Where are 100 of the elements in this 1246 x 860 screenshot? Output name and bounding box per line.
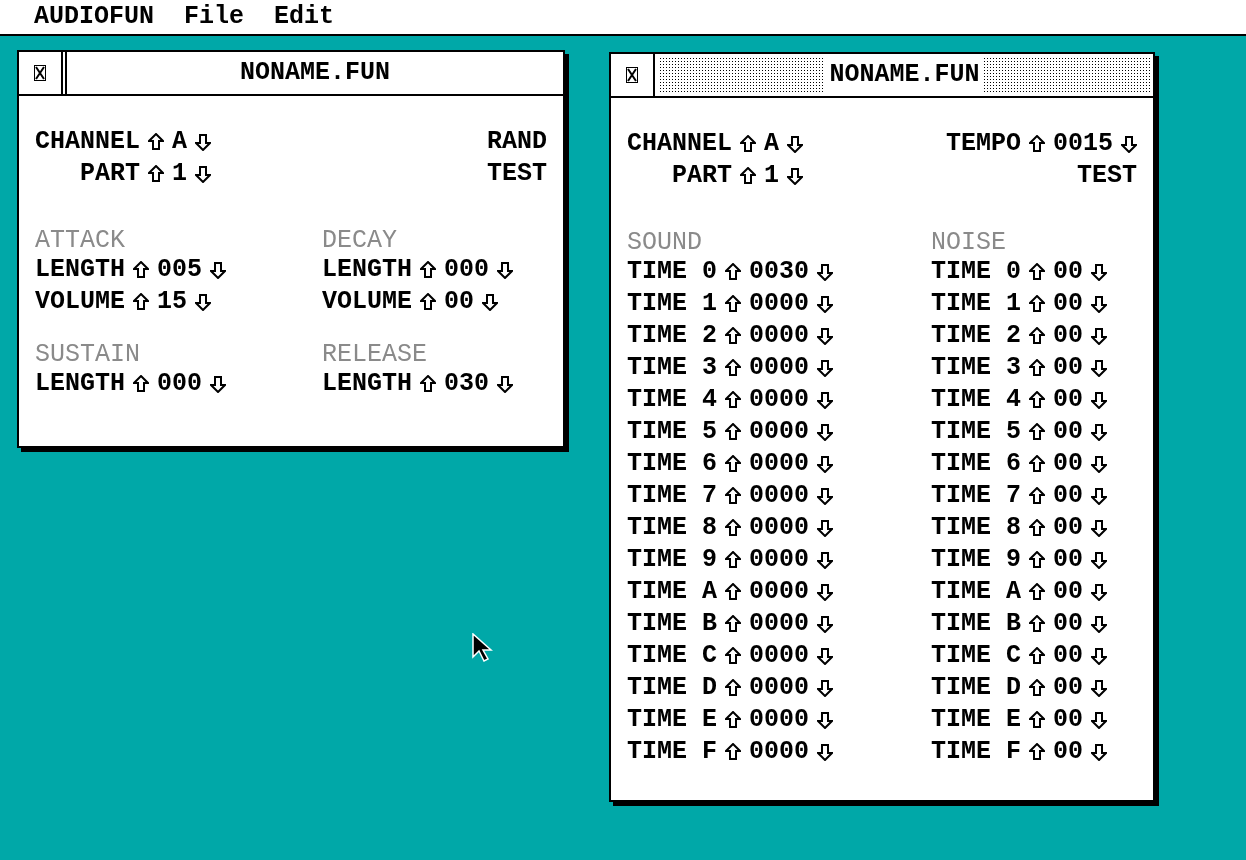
down-arrow-icon[interactable] [1091, 455, 1108, 473]
up-arrow-icon[interactable] [725, 519, 741, 537]
down-arrow-icon[interactable] [817, 295, 834, 313]
down-arrow-icon[interactable] [195, 165, 212, 183]
spinner-label: TIME D [627, 672, 717, 704]
down-arrow-icon[interactable] [787, 135, 804, 153]
menu-item[interactable]: File [184, 0, 245, 34]
down-arrow-icon[interactable] [1091, 327, 1108, 345]
down-arrow-icon[interactable] [817, 743, 834, 761]
up-arrow-icon[interactable] [725, 295, 741, 313]
up-arrow-icon[interactable] [725, 327, 741, 345]
down-arrow-icon[interactable] [1091, 359, 1108, 377]
up-arrow-icon[interactable] [1029, 455, 1045, 473]
down-arrow-icon[interactable] [195, 133, 212, 151]
text-button[interactable]: TEST [1077, 160, 1137, 192]
down-arrow-icon[interactable] [787, 167, 804, 185]
down-arrow-icon[interactable] [497, 375, 514, 393]
down-arrow-icon[interactable] [817, 455, 834, 473]
up-arrow-icon[interactable] [1029, 295, 1045, 313]
up-arrow-icon[interactable] [1029, 711, 1045, 729]
up-arrow-icon[interactable] [1029, 391, 1045, 409]
down-arrow-icon[interactable] [1091, 647, 1108, 665]
down-arrow-icon[interactable] [1091, 615, 1108, 633]
text-button[interactable]: TEST [487, 158, 547, 190]
up-arrow-icon[interactable] [1029, 679, 1045, 697]
up-arrow-icon[interactable] [740, 135, 757, 153]
down-arrow-icon[interactable] [1091, 423, 1108, 441]
up-arrow-icon[interactable] [420, 261, 436, 279]
down-arrow-icon[interactable] [1091, 679, 1108, 697]
up-arrow-icon[interactable] [725, 615, 741, 633]
up-arrow-icon[interactable] [725, 743, 741, 761]
down-arrow-icon[interactable] [817, 327, 834, 345]
down-arrow-icon[interactable] [497, 261, 514, 279]
up-arrow-icon[interactable] [133, 375, 149, 393]
title-bar[interactable]: NONAME.FUN [659, 57, 1150, 93]
up-arrow-icon[interactable] [725, 455, 741, 473]
up-arrow-icon[interactable] [1029, 519, 1045, 537]
spinner-label: CHANNEL [35, 126, 141, 158]
menu-item[interactable]: Edit [274, 0, 335, 34]
down-arrow-icon[interactable] [817, 359, 834, 377]
up-arrow-icon[interactable] [420, 293, 436, 311]
up-arrow-icon[interactable] [740, 167, 757, 185]
down-arrow-icon[interactable] [817, 679, 834, 697]
down-arrow-icon[interactable] [817, 423, 834, 441]
up-arrow-icon[interactable] [725, 359, 741, 377]
up-arrow-icon[interactable] [133, 261, 149, 279]
down-arrow-icon[interactable] [817, 647, 834, 665]
down-arrow-icon[interactable] [817, 551, 834, 569]
down-arrow-icon[interactable] [817, 391, 834, 409]
up-arrow-icon[interactable] [1029, 423, 1045, 441]
up-arrow-icon[interactable] [1029, 359, 1045, 377]
up-arrow-icon[interactable] [148, 133, 165, 151]
up-arrow-icon[interactable] [725, 679, 741, 697]
down-arrow-icon[interactable] [1091, 487, 1108, 505]
down-arrow-icon[interactable] [1121, 135, 1137, 153]
spinner-label: TEMPO [945, 128, 1021, 160]
down-arrow-icon[interactable] [1091, 711, 1108, 729]
down-arrow-icon[interactable] [1091, 391, 1108, 409]
up-arrow-icon[interactable] [725, 647, 741, 665]
down-arrow-icon[interactable] [1091, 519, 1108, 537]
down-arrow-icon[interactable] [817, 263, 834, 281]
up-arrow-icon[interactable] [725, 487, 741, 505]
spinner-value: 030 [444, 368, 490, 400]
down-arrow-icon[interactable] [817, 615, 834, 633]
up-arrow-icon[interactable] [725, 423, 741, 441]
up-arrow-icon[interactable] [725, 391, 741, 409]
down-arrow-icon[interactable] [817, 711, 834, 729]
menu-item[interactable]: AUDIOFUN [34, 0, 155, 34]
down-arrow-icon[interactable] [210, 261, 227, 279]
up-arrow-icon[interactable] [1029, 743, 1045, 761]
down-arrow-icon[interactable] [817, 487, 834, 505]
down-arrow-icon[interactable] [1091, 263, 1108, 281]
up-arrow-icon[interactable] [725, 583, 741, 601]
up-arrow-icon[interactable] [1029, 135, 1045, 153]
down-arrow-icon[interactable] [1091, 583, 1108, 601]
up-arrow-icon[interactable] [133, 293, 149, 311]
up-arrow-icon[interactable] [725, 711, 741, 729]
down-arrow-icon[interactable] [1091, 743, 1108, 761]
down-arrow-icon[interactable] [817, 583, 834, 601]
down-arrow-icon[interactable] [817, 519, 834, 537]
spinner-label: TIME 0 [931, 256, 1021, 288]
up-arrow-icon[interactable] [420, 375, 436, 393]
down-arrow-icon[interactable] [210, 375, 227, 393]
up-arrow-icon[interactable] [1029, 263, 1045, 281]
text-button[interactable]: RAND [487, 126, 547, 158]
up-arrow-icon[interactable] [1029, 487, 1045, 505]
section-heading: RELEASE [322, 342, 429, 368]
up-arrow-icon[interactable] [148, 165, 165, 183]
up-arrow-icon[interactable] [1029, 647, 1045, 665]
down-arrow-icon[interactable] [482, 293, 499, 311]
up-arrow-icon[interactable] [1029, 583, 1045, 601]
spinner-label: TIME B [931, 608, 1021, 640]
up-arrow-icon[interactable] [725, 263, 741, 281]
down-arrow-icon[interactable] [1091, 295, 1108, 313]
up-arrow-icon[interactable] [1029, 551, 1045, 569]
up-arrow-icon[interactable] [725, 551, 741, 569]
up-arrow-icon[interactable] [1029, 615, 1045, 633]
up-arrow-icon[interactable] [1029, 327, 1045, 345]
down-arrow-icon[interactable] [1091, 551, 1108, 569]
down-arrow-icon[interactable] [195, 293, 212, 311]
